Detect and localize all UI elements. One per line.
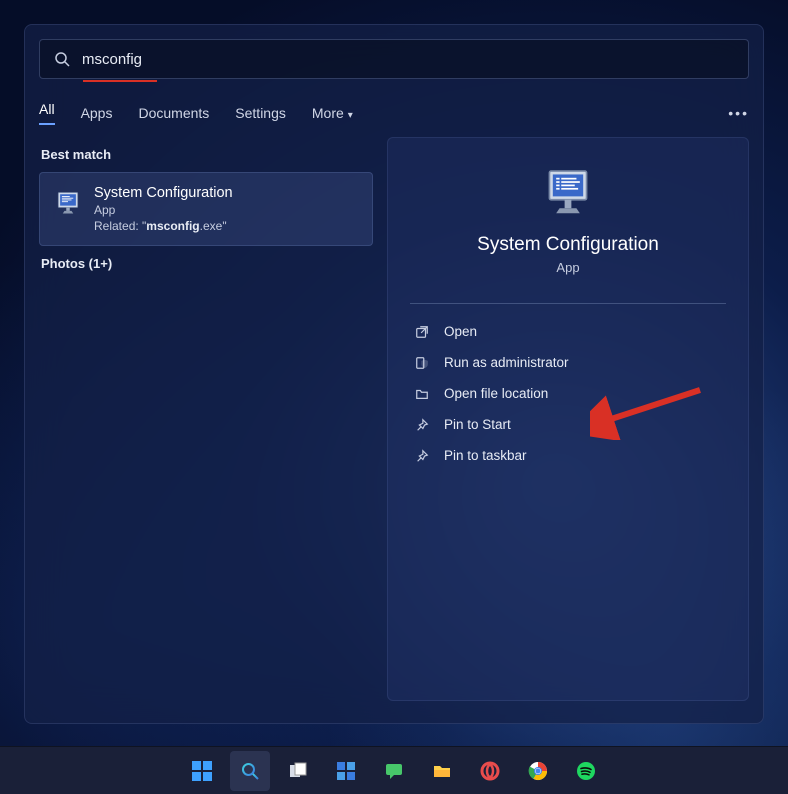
spotify-icon bbox=[576, 761, 596, 781]
opera-icon bbox=[480, 761, 500, 781]
taskbar-file-explorer-button[interactable] bbox=[422, 751, 462, 791]
app-icon bbox=[54, 189, 82, 217]
annotation-underline bbox=[83, 80, 157, 82]
section-photos-label[interactable]: Photos (1+) bbox=[41, 256, 373, 271]
action-open[interactable]: Open bbox=[410, 316, 726, 347]
search-input[interactable] bbox=[82, 51, 734, 68]
start-search-panel: All Apps Documents Settings More▾ ••• Be… bbox=[24, 24, 764, 724]
tab-settings[interactable]: Settings bbox=[235, 105, 286, 121]
shield-icon bbox=[414, 356, 430, 370]
preview-type: App bbox=[556, 260, 579, 275]
taskbar-opera-button[interactable] bbox=[470, 751, 510, 791]
taskbar-search-button[interactable] bbox=[230, 751, 270, 791]
folder-icon bbox=[414, 387, 430, 401]
pin-icon bbox=[414, 449, 430, 463]
search-icon bbox=[240, 761, 260, 781]
taskbar-chat-button[interactable] bbox=[374, 751, 414, 791]
task-view-icon bbox=[288, 761, 308, 781]
tab-more[interactable]: More▾ bbox=[312, 105, 353, 121]
result-subtitle: App bbox=[94, 203, 233, 217]
filter-tabs: All Apps Documents Settings More▾ ••• bbox=[25, 79, 763, 137]
preview-pane: System Configuration App Open Run as adm… bbox=[387, 137, 749, 701]
preview-title: System Configuration bbox=[477, 234, 659, 256]
widgets-icon bbox=[336, 761, 356, 781]
taskbar-chrome-button[interactable] bbox=[518, 751, 558, 791]
divider bbox=[410, 303, 726, 304]
action-run-as-administrator[interactable]: Run as administrator bbox=[410, 347, 726, 378]
chevron-down-icon: ▾ bbox=[348, 110, 353, 121]
action-run-admin-label: Run as administrator bbox=[444, 355, 569, 370]
windows-start-icon bbox=[191, 760, 213, 782]
tab-apps[interactable]: Apps bbox=[81, 105, 113, 121]
open-icon bbox=[414, 325, 430, 339]
folder-icon bbox=[432, 761, 452, 781]
action-pin-to-taskbar[interactable]: Pin to taskbar bbox=[410, 440, 726, 471]
chat-icon bbox=[384, 761, 404, 781]
action-open-location-label: Open file location bbox=[444, 386, 548, 401]
section-best-match-label: Best match bbox=[41, 147, 373, 162]
action-open-file-location[interactable]: Open file location bbox=[410, 378, 726, 409]
preview-app-icon bbox=[541, 166, 595, 220]
action-pin-start-label: Pin to Start bbox=[444, 417, 511, 432]
taskbar-task-view-button[interactable] bbox=[278, 751, 318, 791]
search-icon bbox=[54, 51, 70, 67]
taskbar bbox=[0, 746, 788, 794]
result-related: Related: "msconfig.exe" bbox=[94, 219, 233, 233]
result-title: System Configuration bbox=[94, 185, 233, 201]
result-system-configuration[interactable]: System Configuration App Related: "mscon… bbox=[39, 172, 373, 246]
search-box[interactable] bbox=[39, 39, 749, 79]
taskbar-start-button[interactable] bbox=[182, 751, 222, 791]
tab-documents[interactable]: Documents bbox=[138, 105, 209, 121]
pin-icon bbox=[414, 418, 430, 432]
taskbar-spotify-button[interactable] bbox=[566, 751, 606, 791]
tab-all[interactable]: All bbox=[39, 101, 55, 125]
action-pin-taskbar-label: Pin to taskbar bbox=[444, 448, 527, 463]
action-open-label: Open bbox=[444, 324, 477, 339]
options-menu-icon[interactable]: ••• bbox=[728, 105, 749, 121]
chrome-icon bbox=[528, 761, 548, 781]
action-pin-to-start[interactable]: Pin to Start bbox=[410, 409, 726, 440]
results-column: Best match System Configuration App Rela… bbox=[39, 137, 373, 701]
taskbar-widgets-button[interactable] bbox=[326, 751, 366, 791]
